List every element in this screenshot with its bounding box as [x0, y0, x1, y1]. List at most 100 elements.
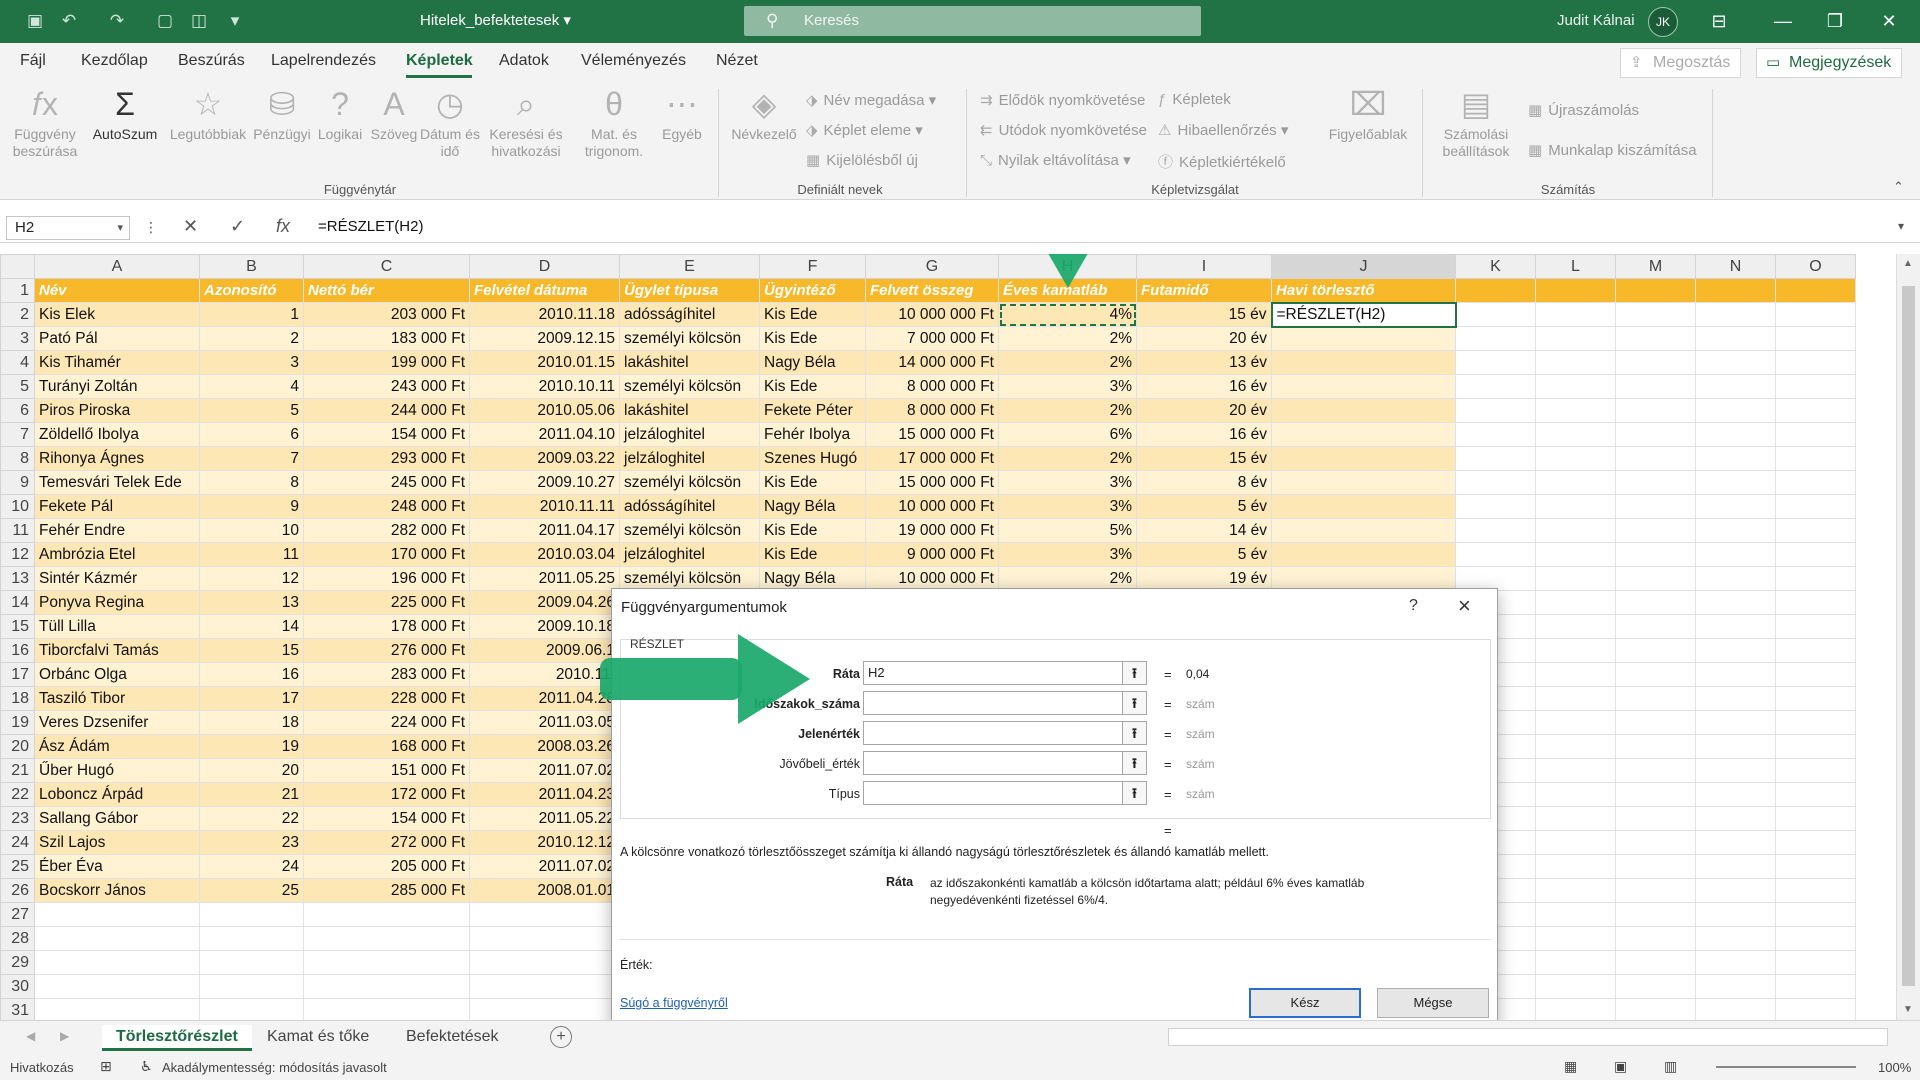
- cell[interactable]: [1535, 518, 1616, 543]
- cell[interactable]: Éber Éva: [34, 854, 200, 879]
- row-header[interactable]: 29: [0, 950, 35, 975]
- cell[interactable]: [469, 926, 620, 951]
- row-header[interactable]: 21: [0, 758, 35, 783]
- cell[interactable]: [1455, 302, 1536, 327]
- document-title[interactable]: Hitelek_befektetesek ▾: [420, 11, 571, 29]
- row-header[interactable]: 20: [0, 734, 35, 759]
- cell[interactable]: [1271, 374, 1456, 399]
- cell[interactable]: Fekete Pál: [34, 494, 200, 519]
- tab-view[interactable]: Nézet: [716, 52, 758, 70]
- cell[interactable]: 178 000 Ft: [303, 614, 470, 639]
- cell[interactable]: 2009.10.27: [469, 470, 620, 495]
- cell[interactable]: 2%: [998, 566, 1137, 591]
- cell[interactable]: 172 000 Ft: [303, 782, 470, 807]
- column-header[interactable]: A: [34, 254, 200, 279]
- cell[interactable]: Orbánc Olga: [34, 662, 200, 687]
- cell[interactable]: [1775, 782, 1856, 807]
- cell[interactable]: [1695, 350, 1776, 375]
- row-header[interactable]: 25: [0, 854, 35, 879]
- cell[interactable]: 2011.04.23: [469, 782, 620, 807]
- cell[interactable]: [303, 926, 470, 951]
- cell[interactable]: Ponyva Regina: [34, 590, 200, 615]
- cell[interactable]: 2008.01.01: [469, 878, 620, 903]
- cell[interactable]: 243 000 Ft: [303, 374, 470, 399]
- cell[interactable]: [1615, 878, 1696, 903]
- calculation-options-button[interactable]: ▤ Számolási beállítások: [1428, 85, 1524, 160]
- arg-input-type[interactable]: [863, 781, 1123, 805]
- save-icon[interactable]: ▣: [24, 10, 46, 32]
- cell[interactable]: 282 000 Ft: [303, 518, 470, 543]
- cell[interactable]: [1695, 398, 1776, 423]
- new-file-icon[interactable]: ▢: [154, 10, 176, 32]
- column-header[interactable]: K: [1455, 254, 1536, 279]
- row-header[interactable]: 28: [0, 926, 35, 951]
- tab-home[interactable]: Kezdőlap: [81, 52, 148, 70]
- close-icon[interactable]: ×: [1458, 593, 1471, 619]
- tab-file[interactable]: Fájl: [20, 52, 46, 70]
- prev-sheet-icon[interactable]: ◀: [26, 1029, 35, 1043]
- cell[interactable]: 2010.05.06: [469, 398, 620, 423]
- scroll-up-icon[interactable]: ▲: [1903, 258, 1913, 269]
- evaluate-formula-button[interactable]: ⓕ Képletkiértékelő: [1158, 151, 1286, 172]
- cell[interactable]: [1615, 542, 1696, 567]
- comments-button[interactable]: ▭ Megjegyzések: [1756, 48, 1903, 78]
- tab-insert[interactable]: Beszúrás: [178, 52, 245, 70]
- row-header[interactable]: 5: [0, 374, 35, 399]
- cell[interactable]: [1615, 854, 1696, 879]
- cell[interactable]: Zöldellő Ibolya: [34, 422, 200, 447]
- cell[interactable]: 5 év: [1136, 494, 1272, 519]
- collapse-dialog-icon[interactable]: ⭱: [1123, 781, 1147, 805]
- cell[interactable]: Kis Tihamér: [34, 350, 200, 375]
- cell[interactable]: [1775, 950, 1856, 975]
- cell[interactable]: 12: [199, 566, 304, 591]
- cell[interactable]: 18: [199, 710, 304, 735]
- collapse-dialog-icon[interactable]: ⭱: [1123, 691, 1147, 715]
- cell[interactable]: Nagy Béla: [759, 494, 866, 519]
- create-from-selection-button[interactable]: ▦ Kijelölésből új: [806, 151, 918, 169]
- cell[interactable]: 14: [199, 614, 304, 639]
- cell[interactable]: [1535, 758, 1616, 783]
- cell[interactable]: [1615, 782, 1696, 807]
- cell[interactable]: [1775, 710, 1856, 735]
- cell[interactable]: Loboncz Árpád: [34, 782, 200, 807]
- cell[interactable]: 17: [199, 686, 304, 711]
- arg-input-nper[interactable]: [863, 691, 1123, 715]
- cell[interactable]: 2: [199, 326, 304, 351]
- column-header[interactable]: M: [1615, 254, 1696, 279]
- cell[interactable]: Nagy Béla: [759, 566, 866, 591]
- cell[interactable]: Bocskorr János: [34, 878, 200, 903]
- cell[interactable]: 225 000 Ft: [303, 590, 470, 615]
- formula-input[interactable]: =RÉSZLET(H2): [318, 218, 423, 235]
- row-header[interactable]: 6: [0, 398, 35, 423]
- cell[interactable]: [1535, 470, 1616, 495]
- cell[interactable]: 3: [199, 350, 304, 375]
- cell[interactable]: Kis Ede: [759, 326, 866, 351]
- cell[interactable]: [1455, 470, 1536, 495]
- cell[interactable]: 20 év: [1136, 398, 1272, 423]
- cell[interactable]: [1775, 734, 1856, 759]
- cell[interactable]: [1535, 422, 1616, 447]
- cell[interactable]: Temesvári Telek Ede: [34, 470, 200, 495]
- cancel-button[interactable]: Mégse: [1377, 988, 1489, 1018]
- cell[interactable]: [1535, 590, 1616, 615]
- cell[interactable]: 10 000 000 Ft: [865, 566, 999, 591]
- cell[interactable]: [1615, 326, 1696, 351]
- cell[interactable]: [1455, 494, 1536, 519]
- cell[interactable]: [1615, 398, 1696, 423]
- cell[interactable]: [1615, 806, 1696, 831]
- cell[interactable]: [1455, 542, 1536, 567]
- cell[interactable]: 2011.04.10: [469, 422, 620, 447]
- arg-input-pv[interactable]: [863, 721, 1123, 745]
- cell[interactable]: jelzáloghitel: [619, 542, 760, 567]
- cell[interactable]: =RÉSZLET(H2): [1270, 301, 1457, 328]
- cell[interactable]: [1775, 374, 1856, 399]
- cell[interactable]: [199, 950, 304, 975]
- watch-window-button[interactable]: ⌧ Figyelőablak: [1320, 85, 1416, 143]
- add-sheet-icon[interactable]: +: [550, 1026, 572, 1048]
- cell[interactable]: 170 000 Ft: [303, 542, 470, 567]
- row-header[interactable]: 4: [0, 350, 35, 375]
- sheet-tab-investments[interactable]: Befektetések: [406, 1025, 499, 1051]
- collapse-dialog-icon[interactable]: ⭱: [1123, 661, 1147, 685]
- cell[interactable]: 15 000 000 Ft: [865, 422, 999, 447]
- cell[interactable]: [1455, 398, 1536, 423]
